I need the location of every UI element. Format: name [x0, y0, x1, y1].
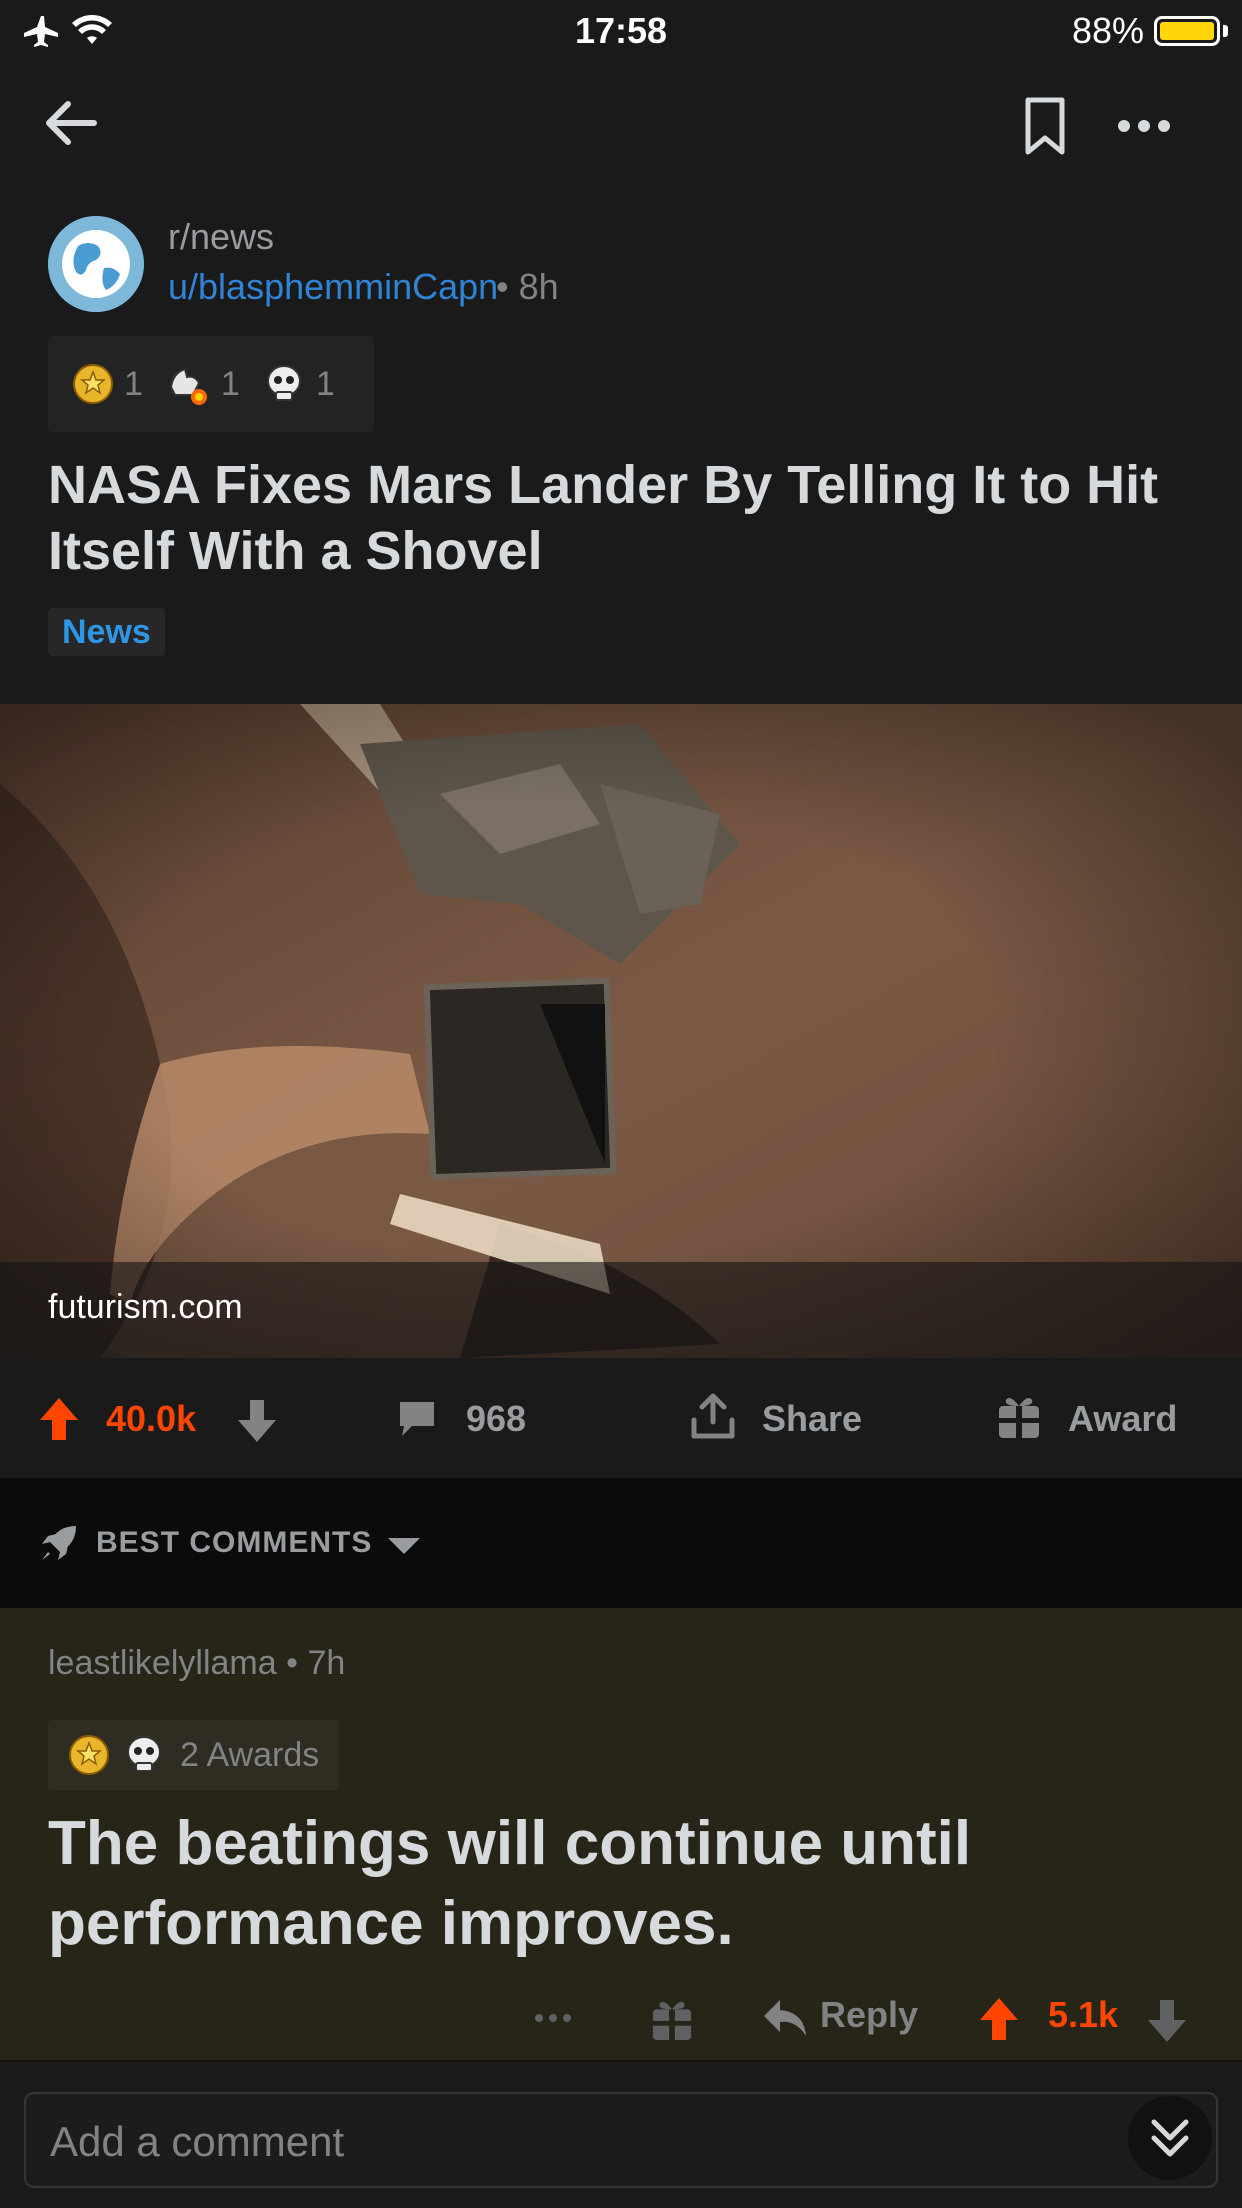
- gold-award-icon: [73, 364, 113, 404]
- reply-button[interactable]: Reply: [820, 1994, 918, 2036]
- skull-award-icon: [266, 365, 301, 401]
- comment-awards-count: 2 Awards: [180, 1735, 320, 1774]
- reply-icon[interactable]: [762, 1998, 808, 2038]
- upvote-icon[interactable]: [978, 1996, 1020, 2042]
- gift-icon[interactable]: [650, 1996, 694, 2042]
- post-flair[interactable]: News: [48, 608, 165, 656]
- share-icon[interactable]: [690, 1392, 736, 1440]
- sort-label[interactable]: BEST COMMENTS: [96, 1526, 372, 1560]
- downvote-icon[interactable]: [1146, 1998, 1188, 2044]
- upvote-icon[interactable]: [38, 1396, 80, 1442]
- post-age: • 8h: [496, 266, 559, 307]
- subreddit-name[interactable]: r/news: [168, 216, 274, 258]
- rocket-icon: [42, 1526, 76, 1560]
- comment-actions: Reply 5.1k: [0, 1984, 1242, 2054]
- comment-count[interactable]: 968: [466, 1398, 526, 1440]
- gold-award-icon: [69, 1735, 109, 1775]
- award-button[interactable]: Award: [1068, 1398, 1177, 1440]
- comment-input[interactable]: Add a comment: [24, 2092, 1218, 2188]
- comment-composer-bar: Add a comment: [0, 2060, 1242, 2208]
- jump-to-next-comment-button[interactable]: [1128, 2096, 1212, 2180]
- award-item: 1: [262, 362, 335, 406]
- comment-body: The beatings will continue until perform…: [48, 1809, 972, 1958]
- comment-awards[interactable]: 2 Awards: [48, 1720, 340, 1790]
- comment-author-name[interactable]: leastlikelyllama: [48, 1644, 277, 1682]
- more-options-icon[interactable]: [1116, 118, 1172, 134]
- gift-icon[interactable]: [996, 1392, 1042, 1440]
- chevron-down-icon[interactable]: [386, 1536, 422, 1556]
- double-chevron-down-icon: [1151, 2119, 1189, 2157]
- bookmark-icon[interactable]: [1020, 96, 1070, 156]
- comment-input-placeholder: Add a comment: [50, 2118, 345, 2165]
- rocket-like-award-icon: [169, 367, 207, 405]
- status-time: 17:58: [574, 10, 668, 51]
- mars-lander-image: [0, 704, 1242, 1358]
- link-domain[interactable]: futurism.com: [48, 1288, 243, 1327]
- globe-icon: [48, 216, 144, 312]
- downvote-icon[interactable]: [236, 1398, 278, 1444]
- battery-percent: 88%: [1071, 10, 1144, 51]
- post-vote-count: 40.0k: [106, 1398, 197, 1439]
- status-bar: 17:58 88%: [0, 0, 1242, 62]
- comment: leastlikelyllama • 7h 2 Awards The beati…: [0, 1608, 1242, 2060]
- post-action-bar: 40.0k 968 Share Award: [0, 1358, 1242, 1478]
- post-author[interactable]: u/blasphemminCapn: [168, 266, 498, 308]
- more-options-icon[interactable]: [534, 2012, 572, 2024]
- back-arrow-icon[interactable]: [40, 92, 102, 154]
- post-title[interactable]: NASA Fixes Mars Lander By Telling It to …: [48, 452, 1208, 584]
- post-link-thumbnail[interactable]: [0, 704, 1242, 1358]
- skull-award-icon: [127, 1736, 161, 1772]
- award-item: 1: [165, 361, 240, 407]
- top-nav: [0, 62, 1242, 182]
- award-item: 1: [72, 363, 143, 405]
- comment-author[interactable]: leastlikelyllama • 7h: [48, 1644, 345, 1683]
- comment-age: • 7h: [286, 1644, 346, 1682]
- post-awards[interactable]: 1 1 1: [48, 336, 374, 432]
- battery-icon: [1154, 16, 1220, 46]
- subreddit-avatar[interactable]: [48, 216, 144, 312]
- comment-icon[interactable]: [396, 1398, 438, 1440]
- comment-sort-bar[interactable]: BEST COMMENTS: [0, 1478, 1242, 1608]
- share-button[interactable]: Share: [762, 1398, 862, 1440]
- comment-vote-count: 5.1k: [1048, 1994, 1119, 2035]
